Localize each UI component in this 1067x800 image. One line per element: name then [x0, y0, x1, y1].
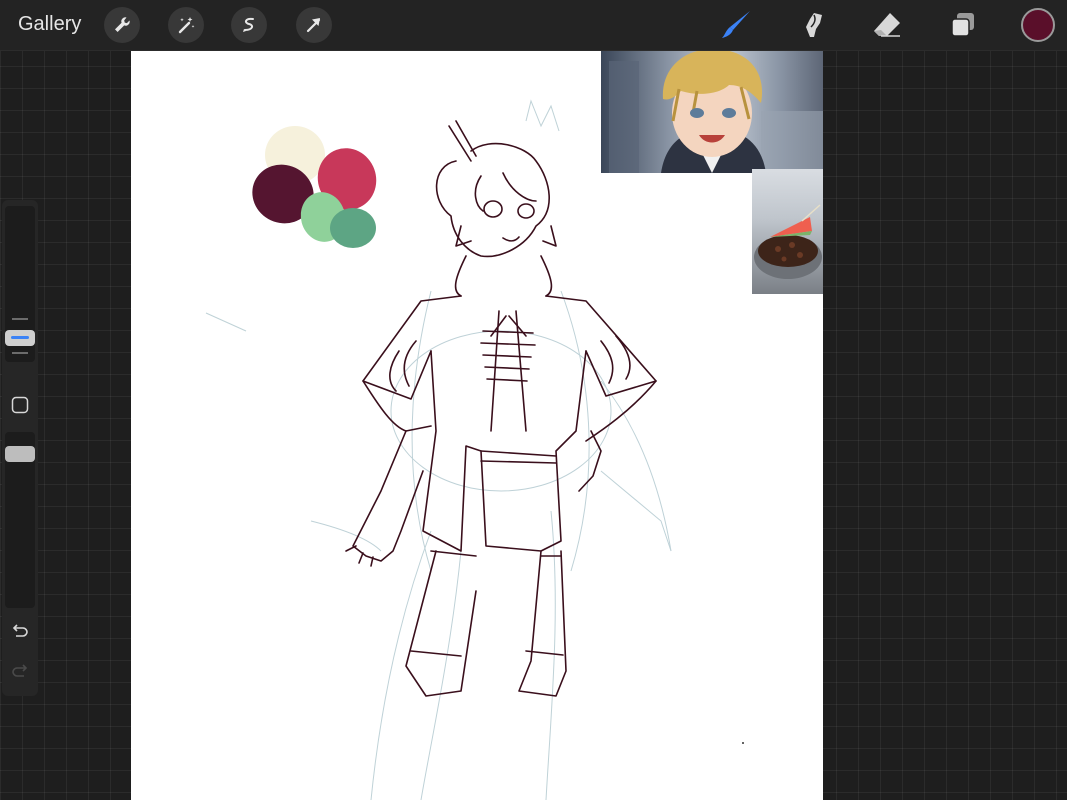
layers-icon[interactable] [945, 7, 981, 43]
reference-image-character [601, 51, 823, 173]
undo-icon[interactable] [11, 622, 29, 640]
eraser-icon[interactable] [869, 7, 905, 43]
magic-wand-icon[interactable] [168, 7, 204, 43]
left-sidebar [2, 200, 38, 696]
wrench-icon[interactable] [104, 7, 140, 43]
gallery-button[interactable]: Gallery [18, 13, 81, 36]
palette-color-sage [330, 208, 376, 248]
transform-arrow-icon[interactable] [296, 7, 332, 43]
square-modify-icon[interactable] [11, 396, 29, 414]
brush-size-slider[interactable] [5, 206, 35, 362]
brush-size-thumb[interactable] [5, 330, 35, 346]
character-line-art [345, 120, 657, 697]
redo-icon[interactable] [11, 662, 29, 680]
reference-image-food [752, 169, 823, 294]
opacity-slider[interactable] [5, 432, 35, 608]
drawing-canvas[interactable]: refs [131, 51, 823, 800]
opacity-thumb[interactable] [5, 446, 35, 462]
brush-icon[interactable] [718, 7, 754, 43]
smudge-icon[interactable] [794, 7, 830, 43]
selection-icon[interactable] [231, 7, 267, 43]
color-palette [252, 126, 377, 248]
top-toolbar: Gallery [0, 0, 1067, 51]
current-color-swatch[interactable] [1021, 8, 1055, 42]
